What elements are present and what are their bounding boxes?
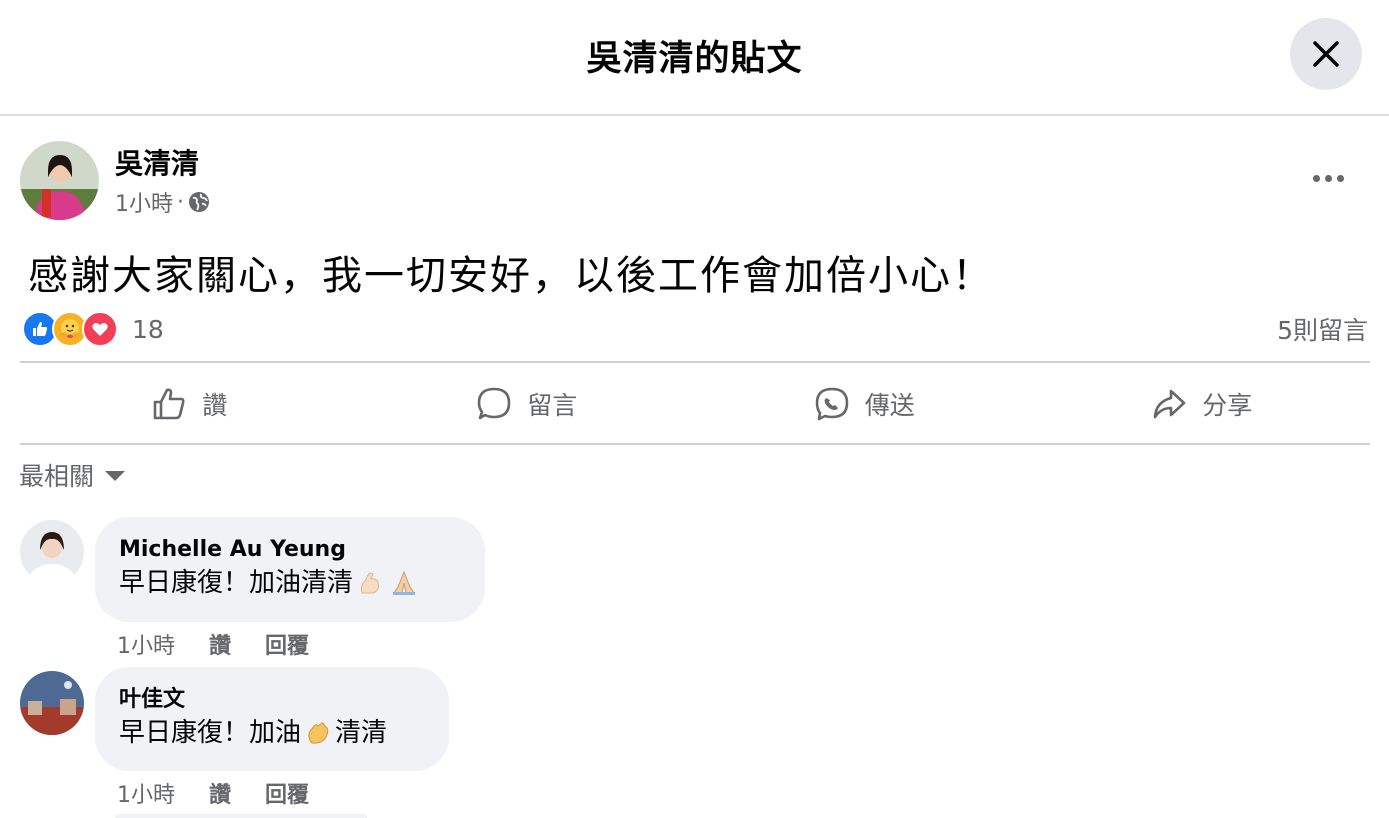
comment-sort-dropdown[interactable]: 最相關 [19, 457, 126, 493]
comment-bubble: Michelle Au Yeung 早日康復！加油清清 [95, 517, 485, 622]
commenter-name[interactable]: 叶佳文 [119, 685, 425, 715]
next-comment-bubble-edge [115, 814, 367, 818]
commenter-name[interactable]: Michelle Au Yeung [119, 535, 461, 565]
close-button[interactable] [1290, 18, 1362, 90]
comment-button[interactable]: 留言 [358, 365, 696, 443]
comment-bubble-icon [477, 387, 511, 420]
post-meta: 1小時 · [115, 186, 210, 218]
post-timestamp[interactable]: 1小時 [115, 186, 173, 218]
divider [20, 361, 1370, 363]
action-bar: 讚 留言 傳送 分享 [20, 365, 1370, 443]
comment-text: 早日康復！加油 清清 [119, 715, 425, 751]
comment-text-start: 早日康復！加油 [119, 718, 302, 748]
more-dots-icon [1312, 174, 1320, 182]
dialog-header: 吳清清的貼文 [0, 0, 1389, 116]
sort-label: 最相關 [19, 462, 95, 491]
post-author-name[interactable]: 吳清清 [115, 142, 199, 182]
dialog-title: 吳清清的貼文 [586, 39, 803, 79]
close-icon [1313, 41, 1339, 67]
commenter-avatar[interactable] [20, 671, 84, 735]
like-button-label: 讚 [202, 391, 228, 420]
send-button-label: 傳送 [864, 391, 915, 420]
comment-timestamp[interactable]: 1小時 [117, 777, 175, 809]
divider [20, 443, 1370, 445]
flexed-biceps-emoji [355, 568, 385, 598]
reactions-summary[interactable]: 18 [22, 309, 164, 349]
more-options-button[interactable] [1300, 158, 1356, 198]
caret-down-icon [105, 471, 126, 481]
commenter-avatar[interactable] [20, 520, 84, 584]
folded-hands-emoji [389, 568, 419, 598]
share-button-label: 分享 [1202, 391, 1253, 420]
love-icon [82, 311, 118, 347]
globe-icon [189, 192, 209, 212]
post-text: 感謝大家關心，我一切安好，以後工作會加倍小心！ [28, 253, 994, 299]
comment-actions: 1小時 讚 回覆 [117, 777, 309, 809]
comment-reply-link[interactable]: 回覆 [265, 628, 309, 660]
share-arrow-icon [1153, 389, 1186, 419]
comment-text: 早日康復！加油清清 [119, 565, 461, 601]
send-button[interactable]: 傳送 [695, 365, 1033, 443]
comment-button-label: 留言 [527, 391, 578, 420]
comment-count-link[interactable]: 5則留言 [1277, 311, 1368, 347]
clapping-hands-emoji [303, 718, 333, 748]
author-avatar[interactable] [20, 141, 99, 220]
comment-text-content: 早日康復！加油清清 [119, 568, 354, 598]
meta-separator: · [177, 189, 184, 215]
comment-like-link[interactable]: 讚 [209, 628, 231, 660]
comment-reply-link[interactable]: 回覆 [265, 777, 309, 809]
thumbs-up-icon [153, 388, 185, 420]
comment-like-link[interactable]: 讚 [209, 777, 231, 809]
comment-timestamp[interactable]: 1小時 [117, 628, 175, 660]
share-button[interactable]: 分享 [1033, 365, 1371, 443]
comment-bubble: 叶佳文 早日康復！加油 清清 [95, 667, 449, 771]
comment-text-end: 清清 [335, 718, 388, 748]
messenger-icon [815, 387, 849, 421]
comment-actions: 1小時 讚 回覆 [117, 628, 309, 660]
like-button[interactable]: 讚 [20, 365, 358, 443]
reaction-count: 18 [132, 314, 164, 344]
